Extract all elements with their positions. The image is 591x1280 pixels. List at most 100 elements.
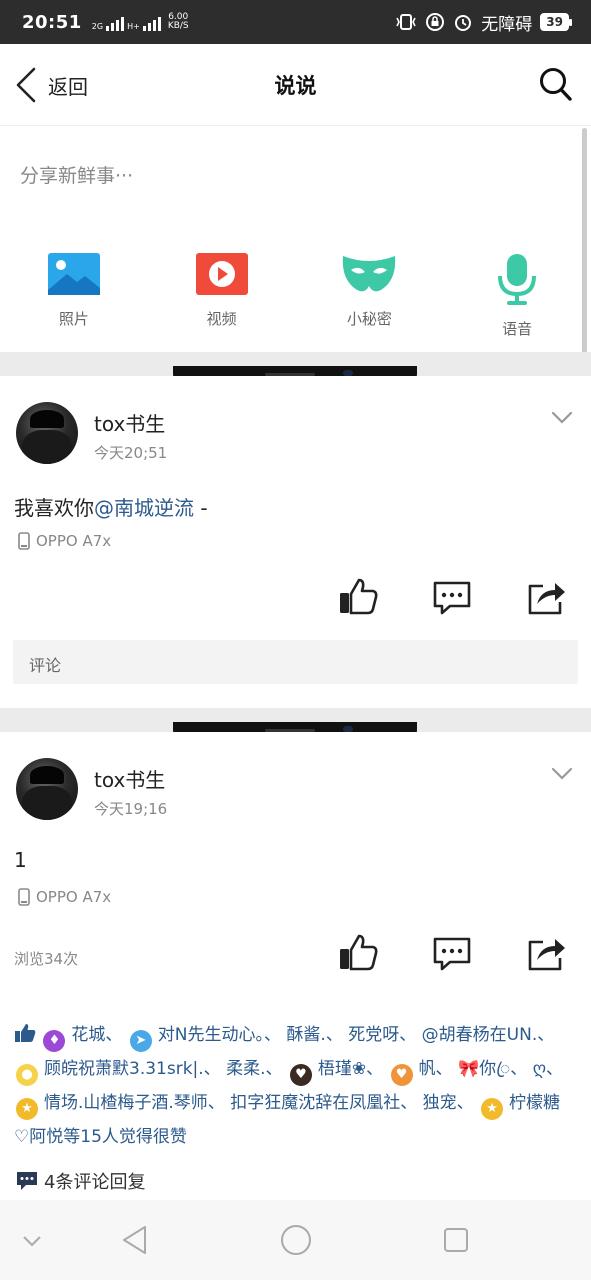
status-time: 20:51 [22, 11, 82, 33]
comment-button[interactable] [432, 936, 472, 976]
action-voice[interactable]: 语音 [443, 252, 591, 339]
liker-name[interactable]: 情场.山楂梅子酒.琴师、 [44, 1093, 225, 1113]
liker-name[interactable]: 独宠、 [423, 1093, 474, 1113]
action-photo[interactable]: 照片 [0, 252, 148, 339]
liker-name[interactable]: 梧瑾❀、 [318, 1059, 383, 1079]
post-time: 今天19;16 [94, 800, 168, 818]
comment-button[interactable] [432, 580, 472, 620]
post-device: OPPO A7x [18, 532, 111, 550]
lock-rotation-icon [426, 13, 445, 31]
liker-name[interactable]: 酥酱.、 [286, 1025, 342, 1045]
comments-summary-label: 4条评论回复 [44, 1172, 146, 1193]
star-badge-icon: ● [16, 1064, 38, 1086]
shield-badge-icon: ♥ [390, 1064, 413, 1086]
post-mention[interactable]: @南城逆流 [94, 496, 194, 520]
status-right: 无障碍 39 [395, 10, 572, 35]
comment-input[interactable]: 评论 [13, 640, 578, 684]
post-content: 我喜欢你@南城逆流 - [14, 492, 208, 521]
page-title: 说说 [274, 74, 317, 98]
share-icon [528, 583, 565, 615]
likes-summary[interactable]: 等15人觉得很赞 [63, 1127, 187, 1147]
action-secret[interactable]: 小秘密 [296, 252, 444, 339]
search-button[interactable] [539, 66, 573, 106]
video-icon [195, 253, 248, 295]
liker-name[interactable]: @胡春杨在UN.、 [422, 1025, 555, 1045]
nav-recents-button[interactable] [443, 1227, 469, 1257]
photo-icon [47, 253, 100, 295]
signal-icon [142, 15, 161, 31]
liker-name[interactable]: 扣字狂魔沈辞在凤凰社、 [230, 1093, 417, 1113]
alarm-icon [455, 15, 472, 31]
chevron-down-icon [551, 767, 573, 780]
thumbs-up-icon [340, 578, 378, 615]
nav-collapse-button[interactable] [22, 1232, 42, 1251]
network-type-1: 2G [91, 22, 104, 31]
post-username[interactable]: tox书生 [94, 408, 165, 437]
like-button[interactable] [338, 576, 378, 620]
speed-unit: KB/S [167, 21, 189, 31]
post-device-label: OPPO A7x [36, 532, 112, 550]
comment-icon [433, 581, 471, 615]
liker-name[interactable]: 顾皖祝萧默3.31srk|.、 [44, 1059, 221, 1079]
chevron-down-icon [551, 411, 573, 424]
post-username[interactable]: tox书生 [94, 764, 165, 793]
post-text: 我喜欢你 [14, 496, 94, 520]
signal-icon [106, 15, 125, 31]
composer-input[interactable]: 分享新鲜事··· [20, 161, 133, 188]
chevron-down-icon [23, 1236, 41, 1247]
liker-name[interactable]: 🎀你ꦿ、 [458, 1059, 527, 1079]
plane-badge-icon: ➤ [129, 1030, 152, 1052]
star-badge-icon: ★ [16, 1098, 38, 1120]
comment-bubble-icon [17, 1172, 37, 1190]
header: 返回 说说 [0, 44, 591, 126]
action-secret-label: 小秘密 [346, 310, 392, 328]
liker-name[interactable]: 花城、 [71, 1025, 122, 1045]
network-indicator: 2G H+ 6.00 KB/S [92, 13, 189, 31]
avatar[interactable] [16, 758, 78, 820]
share-button[interactable] [527, 934, 567, 976]
battery-indicator: 39 [540, 13, 572, 31]
heart-badge-icon: ♥ [289, 1064, 312, 1086]
post-device: OPPO A7x [18, 888, 111, 906]
network-type-2: H+ [127, 22, 140, 31]
post-card: tox书生 今天20;51 我喜欢你@南城逆流 - OPPO A7x 评论 [0, 376, 591, 708]
triangle-back-icon [123, 1226, 146, 1254]
action-video-label: 视频 [206, 310, 237, 328]
system-nav-bar [0, 1200, 591, 1280]
accessibility-label: 无障碍 [481, 14, 533, 35]
nav-back-button[interactable] [120, 1224, 148, 1260]
comments-summary[interactable]: 4条评论回复 [16, 1168, 145, 1194]
nav-home-button[interactable] [280, 1224, 312, 1260]
status-bar: 20:51 2G H+ 6.00 KB/S 无障碍 39 [0, 0, 591, 44]
liker-name[interactable]: 柔柔.、 [226, 1059, 282, 1079]
square-recents-icon [444, 1228, 468, 1252]
post-device-label: OPPO A7x [36, 888, 112, 906]
vibrate-icon [396, 14, 417, 30]
action-photo-label: 照片 [58, 310, 89, 328]
liker-name[interactable]: 死党呀、 [348, 1025, 416, 1045]
composer: 分享新鲜事··· 照片 视频 小秘密 语音 [0, 127, 591, 352]
liker-name[interactable]: ღ、 [533, 1059, 563, 1079]
mask-icon [343, 256, 396, 292]
avatar[interactable] [16, 402, 78, 464]
phone-icon [18, 888, 30, 906]
share-icon [528, 939, 565, 971]
post-text-tail: - [194, 496, 208, 520]
share-button[interactable] [527, 578, 567, 620]
likes-list: ♦ 花城、 ➤ 对N先生动心。、 酥酱.、 死党呀、 @胡春杨在UN.、 ● 顾皖祝萧… [14, 1018, 574, 1154]
liker-name[interactable]: 帆、 [419, 1059, 453, 1079]
search-icon [540, 68, 572, 101]
post-time: 今天20;51 [94, 444, 168, 462]
action-video[interactable]: 视频 [148, 252, 296, 339]
comment-icon [433, 937, 471, 971]
star-badge-icon: ★ [481, 1098, 504, 1120]
like-summary-icon [15, 1024, 36, 1042]
like-button[interactable] [338, 932, 378, 976]
liker-name[interactable]: 对N先生动心。、 [158, 1025, 281, 1045]
view-count: 浏览34次 [14, 950, 79, 968]
post-menu-button[interactable] [551, 766, 573, 785]
composer-actions: 照片 视频 小秘密 语音 [0, 252, 591, 339]
network-speed: 6.00 KB/S [168, 13, 189, 31]
post-menu-button[interactable] [551, 410, 573, 429]
post-content: 1 [14, 848, 27, 872]
